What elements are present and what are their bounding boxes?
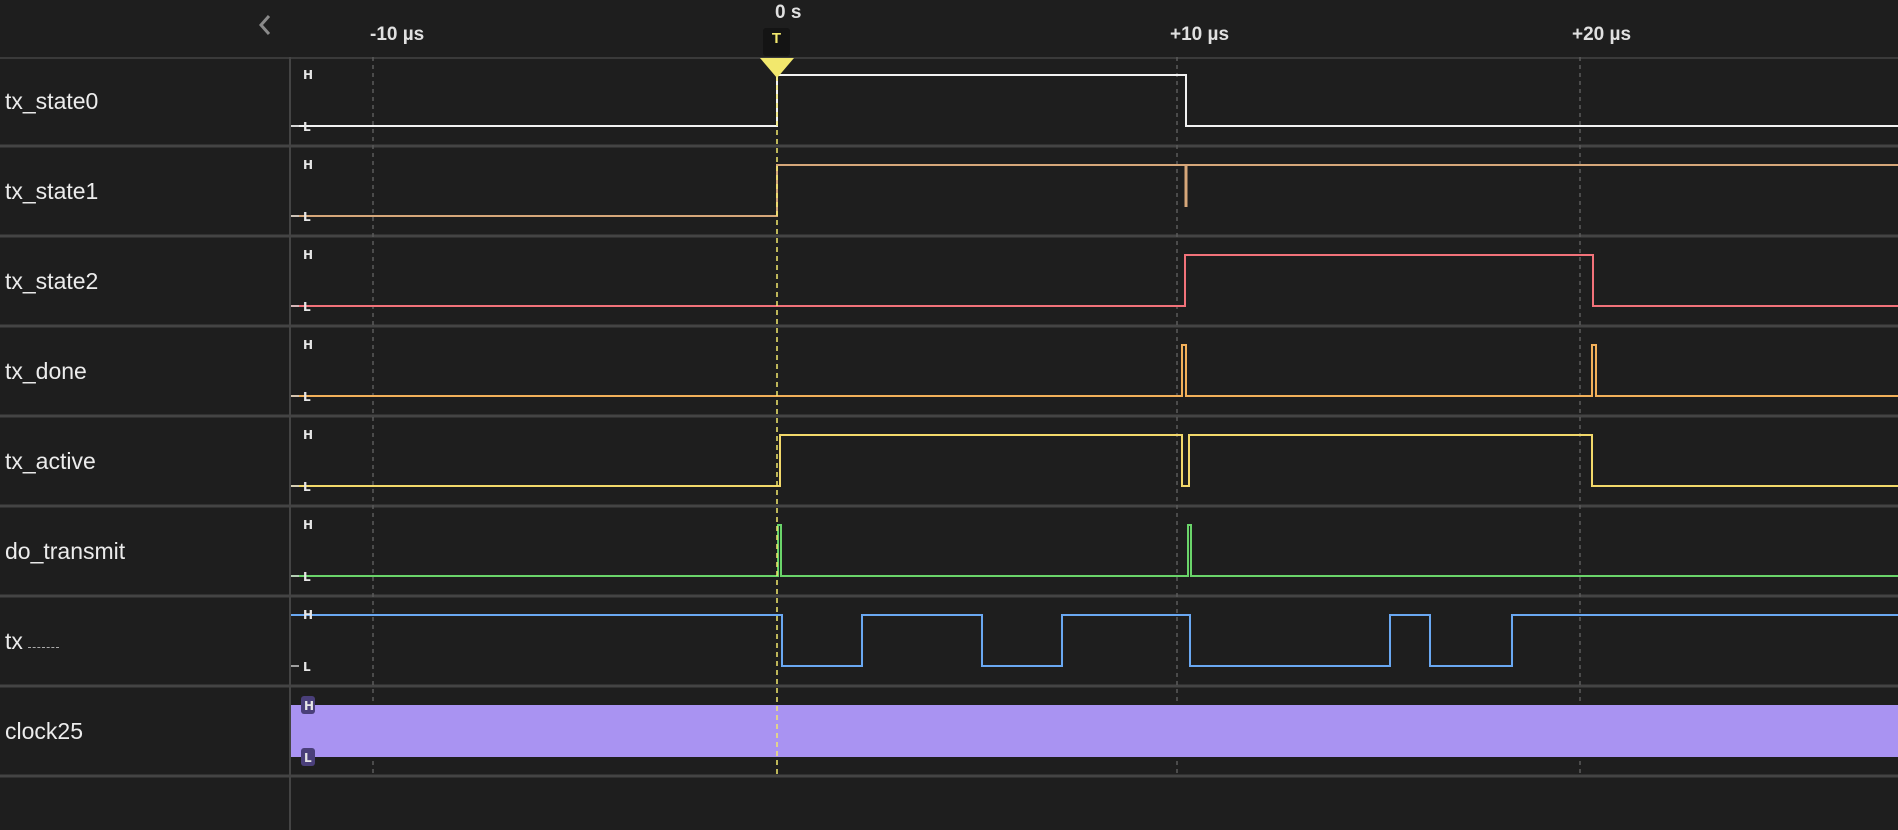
level-high-label: H — [303, 68, 313, 82]
waveform-trace — [291, 524, 1898, 577]
trigger-arrow-icon — [760, 58, 794, 78]
waveform-trace — [291, 74, 1898, 127]
waveform-trace — [291, 434, 1898, 487]
level-low-label: L — [303, 390, 311, 404]
level-low-label: L — [303, 300, 311, 314]
level-low-label: L — [303, 210, 311, 224]
clock-band — [291, 705, 1898, 757]
waveform-trace — [291, 614, 1898, 667]
level-low-label: L — [303, 480, 311, 494]
level-high-label: H — [303, 158, 313, 172]
level-high-label: H — [303, 518, 313, 532]
level-high-label: H — [303, 248, 313, 262]
level-low-label: L — [303, 660, 311, 674]
level-high-label: H — [303, 608, 313, 622]
waveform-trace — [291, 164, 1898, 217]
level-high-label: H — [304, 699, 314, 713]
waveform-area[interactable]: H L H L H L H L H L H L H L H L — [0, 0, 1898, 830]
level-high-label: H — [303, 428, 313, 442]
level-low-label: L — [304, 751, 312, 765]
level-low-label: L — [303, 120, 311, 134]
level-high-label: H — [303, 338, 313, 352]
waveform-trace — [291, 344, 1898, 397]
waveform-trace — [291, 254, 1898, 307]
level-low-label: L — [303, 570, 311, 584]
